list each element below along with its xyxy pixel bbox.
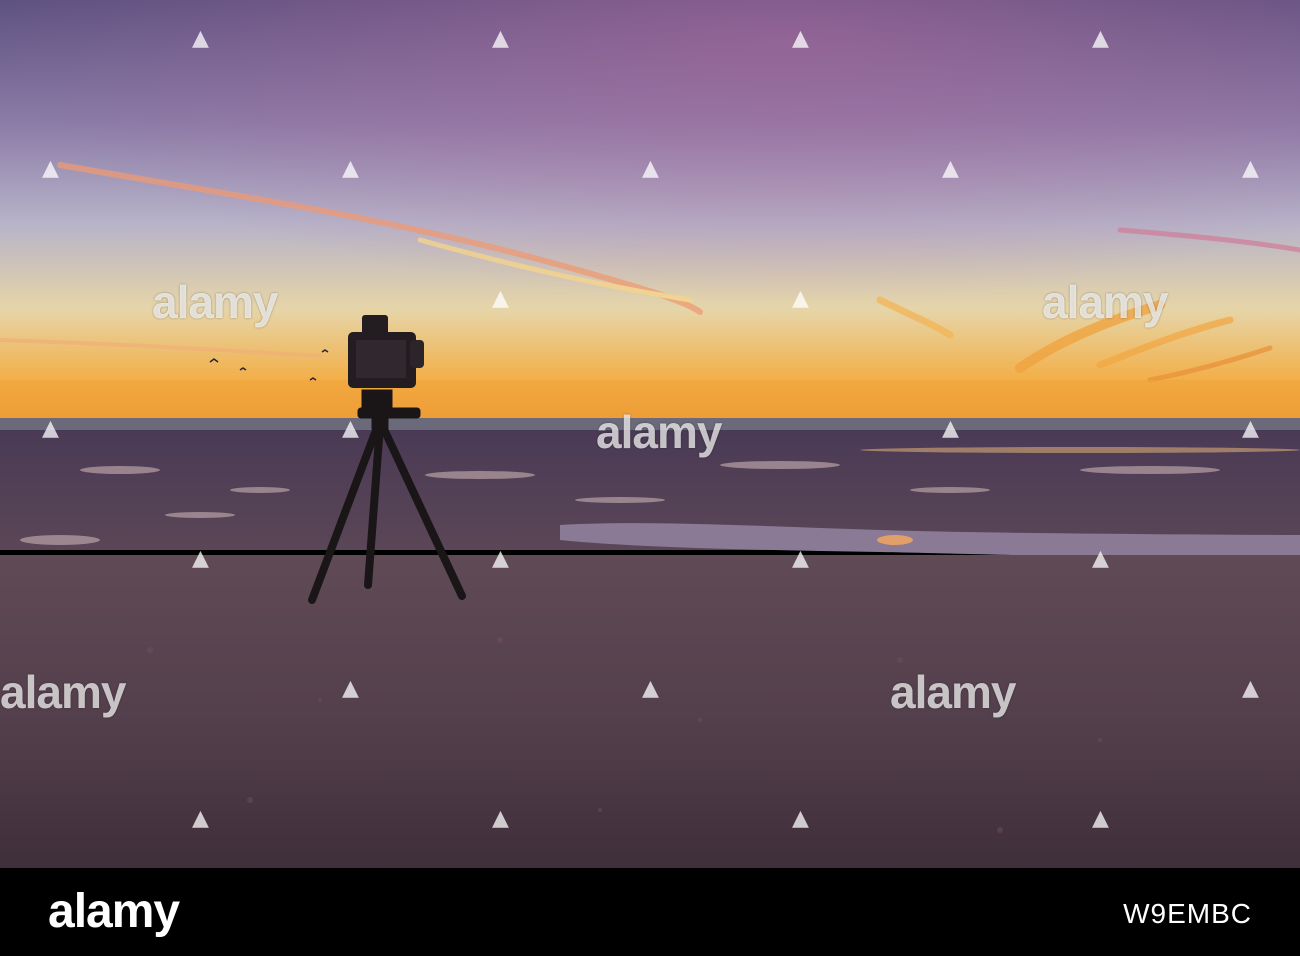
photo-scene (0, 0, 1300, 868)
pool-reflection (877, 535, 913, 545)
distant-sea (0, 418, 1300, 430)
beach-sunset-photo (0, 0, 1300, 868)
image-id-label: W9EMBC (1123, 898, 1252, 929)
sand-foreground (0, 555, 1300, 868)
footer-brand-logo: alamy (48, 885, 180, 938)
image-stage: alamy alamy alamy alamy alamy ▲ ▲ ▲ ▲ ▲ … (0, 0, 1300, 956)
footer-bar: alamy W9EMBC (0, 868, 1300, 956)
